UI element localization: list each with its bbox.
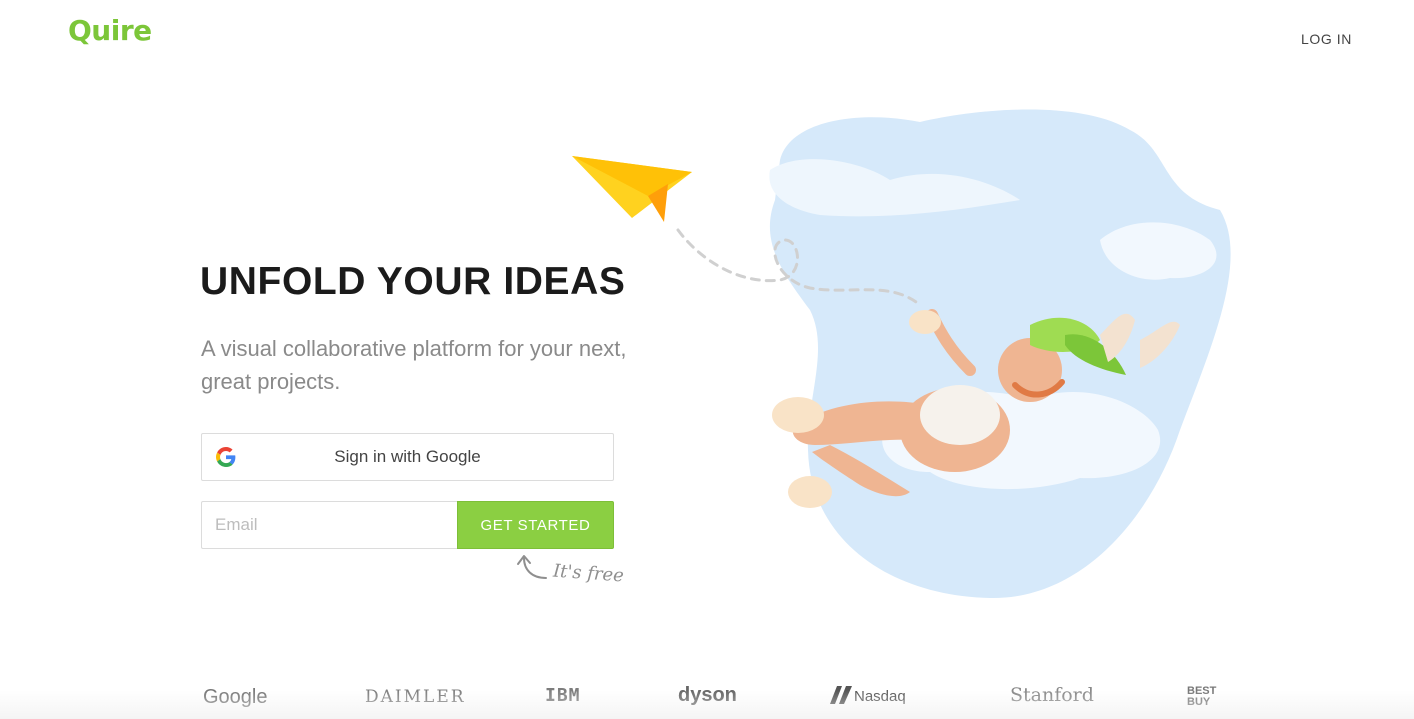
brand-logo-nasdaq-wrap: Nasdaq: [830, 686, 906, 706]
google-signin-label: Sign in with Google: [334, 447, 481, 466]
email-input[interactable]: [201, 501, 458, 549]
quire-logo[interactable]: Quire: [68, 14, 152, 47]
login-link[interactable]: LOG IN: [1301, 31, 1352, 47]
google-signin-button[interactable]: Sign in with Google: [201, 433, 614, 481]
curved-arrow-icon: [517, 555, 547, 579]
nasdaq-mark-icon: [830, 686, 852, 704]
paper-plane-icon: [572, 156, 692, 222]
brand-logo-google: Google: [203, 686, 268, 708]
brand-logo-stanford: Stanford: [1010, 684, 1094, 706]
hero-illustration: [572, 109, 1231, 599]
brand-logo-bestbuy: BEST BUY: [1187, 685, 1217, 708]
brand-logo-daimler: DAIMLER: [365, 687, 466, 707]
landing-page: Quire LOG IN UNFOLD YOUR IDEAS A visual …: [0, 0, 1414, 719]
brand-logo-ibm: IBM: [545, 685, 581, 706]
brand-logo-nasdaq: Nasdaq: [854, 688, 906, 705]
google-g-icon: [216, 447, 236, 467]
brand-logo-dyson: dyson: [678, 684, 737, 706]
customer-logos: Google DAIMLER IBM dyson Nasdaq Stanford…: [0, 680, 1414, 719]
